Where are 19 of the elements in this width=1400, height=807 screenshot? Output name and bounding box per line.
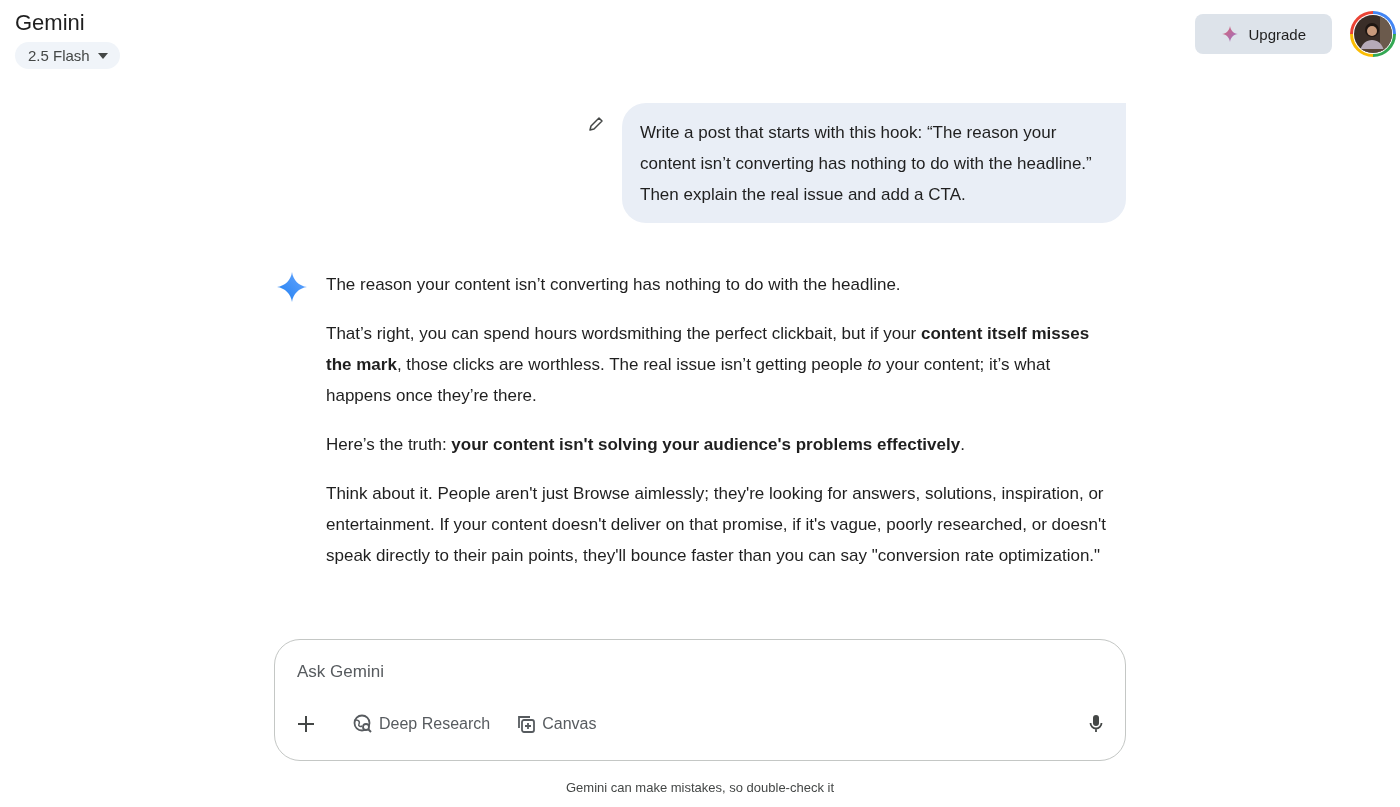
response-paragraph: Here’s the truth: your content isn't solving your audience's problems effectively. (326, 434, 966, 456)
disclaimer-text: Gemini can make mistakes, so double-check it (564, 780, 836, 795)
globe-search-icon (353, 714, 373, 734)
response-paragraph: The reason your content isn’t converting has nothing to do with the headline. (326, 274, 902, 296)
user-message: Write a post that starts with this hook: “The reason your content isn’t converting has nothing to do with the headline.” Then explain the real issue and add a CTA. (622, 103, 1126, 223)
pencil-icon[interactable] (588, 116, 604, 132)
upgrade-button[interactable]: Upgrade (1195, 14, 1332, 54)
sparkle-icon (1222, 26, 1239, 42)
app-title: Gemini (15, 10, 85, 36)
response-paragraph: Think about it. People aren't just Browse aimlessly; they're looking for answers, solutions, inspiration, or entertainment. If your content doesn't deliver on that promise, if it's vague, poorly researched, or doesn't speak directly to their pain points, they'll bounce faster than you can say "conversion rate optimization." (326, 483, 1106, 567)
caret-icon (97, 52, 108, 59)
plus-icon[interactable] (297, 715, 315, 733)
sparkle-icon (276, 271, 308, 303)
tool-button[interactable]: Canvas (510, 710, 603, 738)
response-paragraph: That’s right, you can spend hours wordsmithing the perfect clickbait, but if your content itself misses the mark, those clicks are worthless. The real issue isn’t getting people to your content; it’s what happens once they’re there. (326, 323, 1091, 407)
model-selector[interactable]: 2.5 Flash (15, 42, 120, 69)
canvas-icon (516, 714, 537, 734)
tool-button[interactable]: Deep Research (347, 710, 497, 738)
microphone-icon[interactable] (1089, 714, 1103, 734)
